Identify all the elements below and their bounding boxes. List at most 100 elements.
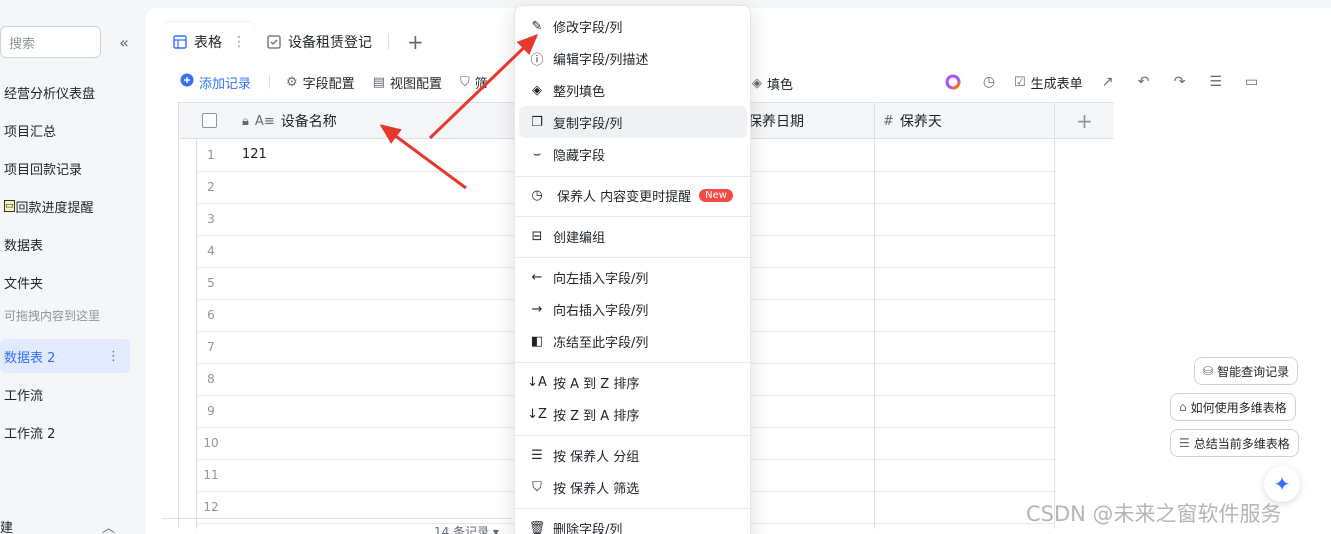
row-number: 2 (207, 180, 215, 194)
sidebar-item-project-summary[interactable]: 项目汇总 (4, 113, 134, 147)
ai-color-icon[interactable] (942, 71, 964, 93)
menu-item-label: 创建编组 (553, 230, 606, 246)
row-number: 5 (207, 276, 215, 290)
search-list-icon[interactable]: ☰ (1205, 71, 1227, 93)
sidebar-item-label: 经营分析仪表盘 (4, 86, 96, 102)
field-config-label: 字段配置 (302, 76, 355, 92)
field-config-button[interactable]: ⚙ 字段配置 (286, 73, 355, 92)
menu-item-insert-right[interactable]: → 向右插入字段/列 (519, 293, 747, 325)
generate-form-button[interactable]: ☑ 生成表单 (1014, 73, 1083, 92)
more-icon[interactable]: ⋮ (232, 34, 246, 50)
view-tabs: 表格 ⋮ 设备租赁登记 + (162, 22, 436, 62)
row-number: 1 (207, 148, 215, 162)
comment-icon[interactable]: ▭ (1241, 71, 1263, 93)
history-icon[interactable]: ◷ (978, 71, 1000, 93)
menu-divider (515, 257, 752, 258)
create-label: 建 (0, 520, 14, 534)
row-number: 6 (207, 308, 215, 322)
info-icon: ⓘ (530, 52, 544, 68)
create-row[interactable]: 建 ︿ (0, 516, 146, 534)
menu-item-edit-field[interactable]: ✎ 修改字段/列 (519, 10, 747, 42)
column-header-maintenance-days[interactable]: # 保养天 (874, 103, 1054, 139)
column-header-label: 保养天 (899, 114, 942, 130)
sidebar-item-label: 项目汇总 (4, 124, 57, 140)
sidebar-item-workflow[interactable]: 工作流 (4, 377, 134, 411)
view-settings-icon: ▤ (372, 74, 385, 90)
edit-icon: ✎ (531, 18, 543, 34)
menu-item-insert-left[interactable]: ← 向左插入字段/列 (519, 261, 747, 293)
menu-item-copy-field[interactable]: ❐ 复制字段/列 (519, 106, 747, 138)
record-count[interactable]: 14 条记录 ▾ (434, 523, 499, 534)
add-view-icon[interactable]: + (395, 30, 436, 54)
menu-item-label: 编辑字段/列描述 (553, 52, 649, 68)
sidebar-item-dashboard[interactable]: 经营分析仪表盘 (4, 75, 134, 109)
menu-item-label: 按 Z 到 A 排序 (553, 408, 640, 424)
undo-icon[interactable]: ↶ (1133, 71, 1155, 93)
sidebar-item-workflow-2[interactable]: 工作流 2 (4, 415, 134, 449)
row-number: 7 (207, 340, 215, 354)
paint-bucket-icon: ◈ (532, 82, 542, 98)
menu-item-label: 按 A 到 Z 排序 (553, 376, 640, 392)
sidebar-item-datatable[interactable]: 数据表 (4, 227, 134, 261)
column-header-maintenance-date[interactable]: 保养日期 (740, 103, 874, 139)
collapse-sidebar-icon[interactable]: « (114, 32, 134, 52)
add-record-label: 添加记录 (199, 76, 252, 92)
tab-divider (388, 34, 389, 50)
paint-bucket-icon: ◈ (752, 76, 762, 91)
add-record-button[interactable]: 添加记录 (180, 73, 251, 92)
sidebar-item-payment-records[interactable]: 项目回款记录 (4, 151, 134, 185)
sidebar-item-datatable-2[interactable]: 数据表 2 ⋮ (0, 339, 130, 373)
row-number: 4 (207, 244, 215, 258)
column-header-label: 设备名称 (280, 114, 337, 130)
form-check-icon (266, 34, 282, 50)
cell-value[interactable]: 121 (242, 147, 267, 162)
sidebar-item-folder[interactable]: 文件夹 (4, 265, 134, 299)
row-number: 10 (203, 436, 219, 450)
menu-item-hide-field[interactable]: ⌣ 隐藏字段 (519, 138, 747, 170)
view-config-button[interactable]: ▤ 视图配置 (373, 73, 442, 92)
menu-item-freeze[interactable]: ◧ 冻结至此字段/列 (519, 325, 747, 357)
menu-item-sort-asc[interactable]: ↓A 按 A 到 Z 排序 (519, 366, 747, 398)
new-badge: New (699, 188, 733, 202)
tab-label: 表格 (194, 35, 222, 51)
sidebar: 搜索 « 经营分析仪表盘 项目汇总 项目回款记录 ▭ 回款进度提醒 数据表 文件… (0, 0, 146, 534)
menu-item-sort-desc[interactable]: ↓Z 按 Z 到 A 排序 (519, 398, 747, 430)
row-number: 11 (203, 468, 219, 482)
add-column-icon[interactable]: + (1054, 103, 1114, 139)
sidebar-item-label: 数据表 2 (4, 350, 56, 366)
text-field-icon: A≡ (254, 113, 275, 129)
select-all-checkbox[interactable] (202, 113, 217, 128)
share-icon[interactable]: ↗ (1097, 71, 1119, 93)
tab-equipment-lease[interactable]: 设备租赁登记 (256, 22, 382, 62)
chevron-up-icon[interactable]: ︿ (102, 517, 115, 534)
sidebar-item-payment-reminder[interactable]: ▭ 回款进度提醒 (4, 189, 134, 223)
tab-grid[interactable]: 表格 ⋮ (162, 22, 256, 62)
grid-icon (172, 34, 188, 50)
smart-query-button[interactable]: ⛁ 智能查询记录 (1194, 357, 1299, 385)
how-to-use-button[interactable]: ⌂ 如何使用多维表格 (1170, 393, 1296, 421)
menu-item-change-reminder[interactable]: ◷ 保养人 内容变更时提醒 New (519, 179, 747, 211)
column-header-equipment-name[interactable]: 🔒︎ A≡ 设备名称 (234, 103, 514, 139)
menu-item-delete-field[interactable]: 🗑︎ 删除字段/列 (519, 512, 747, 534)
filter-icon: ⛉ (460, 74, 470, 90)
copy-icon: ❐ (531, 114, 543, 130)
menu-item-group-by[interactable]: ☰ 按 保养人 分组 (519, 439, 747, 471)
sort-asc-icon: ↓A (527, 374, 547, 390)
eye-closed-icon: ⌣ (532, 146, 542, 162)
redo-icon[interactable]: ↷ (1169, 71, 1191, 93)
generate-form-label: 生成表单 (1030, 76, 1083, 92)
menu-item-edit-description[interactable]: ⓘ 编辑字段/列描述 (519, 42, 747, 74)
more-icon[interactable]: ⋮ (107, 349, 120, 364)
sidebar-item-label: 工作流 (4, 388, 44, 404)
how-to-use-label: 如何使用多维表格 (1190, 400, 1287, 415)
filter-button[interactable]: ⛉ 筛 (460, 73, 488, 92)
summarize-button[interactable]: ☰ 总结当前多维表格 (1170, 429, 1299, 457)
ai-assistant-icon[interactable]: ✦ (1264, 466, 1300, 502)
menu-item-label: 按 保养人 筛选 (553, 481, 640, 497)
grid-border (1054, 139, 1055, 529)
fill-color-button[interactable]: ◈ 填色 (752, 74, 793, 93)
menu-item-fill-column[interactable]: ◈ 整列填色 (519, 74, 747, 106)
menu-item-filter-by[interactable]: ⛉ 按 保养人 筛选 (519, 471, 747, 503)
search-input[interactable]: 搜索 (0, 26, 101, 58)
menu-item-create-group[interactable]: ⊟ 创建编组 (519, 220, 747, 252)
